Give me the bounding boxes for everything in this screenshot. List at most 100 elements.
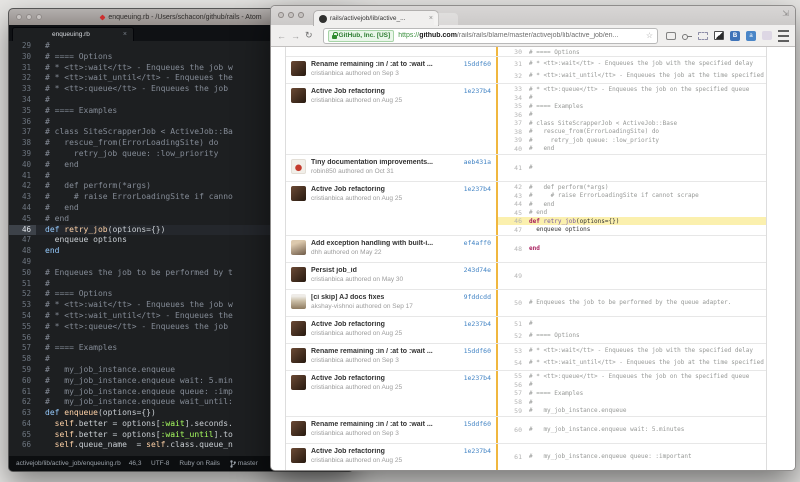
forward-icon[interactable]: → xyxy=(291,31,300,41)
code-token: # rescue_from(ErrorLoadingSite) do xyxy=(529,128,659,135)
git-branch-indicator[interactable]: master xyxy=(230,460,258,468)
url-domain: github.com xyxy=(419,32,457,39)
status-encoding[interactable]: UTF-8 xyxy=(151,460,169,467)
line-number-link[interactable]: 38 xyxy=(498,128,529,136)
key-icon[interactable] xyxy=(682,31,692,41)
new-tab-button[interactable] xyxy=(434,13,458,25)
status-file-path[interactable]: activejob/lib/active_job/enqueuing.rb xyxy=(16,460,121,467)
commit-sha-link[interactable]: 9fddcdd xyxy=(464,293,491,301)
line-number-link[interactable]: 54 xyxy=(498,359,529,367)
commit-sha-link[interactable]: 15ddf60 xyxy=(464,420,491,428)
tab-close-icon[interactable]: × xyxy=(123,31,127,38)
line-number-link[interactable]: 35 xyxy=(498,102,529,110)
line-number-link[interactable]: 44 xyxy=(498,200,529,208)
commit-message-link[interactable]: [ci skip] AJ docs fixes xyxy=(311,294,459,301)
code-token: # my_job_instance.enqueue queue: :imp xyxy=(45,387,233,396)
editor-code-text: # my_job_instance.enqueue wait: 5.min xyxy=(36,376,233,387)
tab-enqueuing-rb[interactable]: enqueuing.rb × xyxy=(12,27,134,41)
status-cursor-position[interactable]: 46,3 xyxy=(129,460,142,467)
line-number-link[interactable]: 40 xyxy=(498,145,529,153)
line-number-link[interactable]: 42 xyxy=(498,183,529,191)
status-grammar[interactable]: Ruby on Rails xyxy=(179,460,219,467)
line-number-link[interactable]: 32 xyxy=(498,72,529,80)
zoom-button[interactable] xyxy=(36,14,42,20)
line-number-link[interactable]: 45 xyxy=(498,209,529,217)
line-number-link[interactable]: 46 xyxy=(498,217,529,225)
zoom-button[interactable] xyxy=(298,12,304,18)
commit-message-link[interactable]: Active Job refactoring xyxy=(311,375,459,382)
line-number-link[interactable]: 49 xyxy=(498,272,529,280)
tab-close-icon[interactable]: × xyxy=(429,15,433,22)
close-button[interactable] xyxy=(16,14,22,20)
commit-sha-link[interactable]: 15ddf60 xyxy=(464,347,491,355)
line-number-link[interactable]: 50 xyxy=(498,299,529,307)
line-number-link[interactable]: 58 xyxy=(498,398,529,406)
commit-sha-link[interactable]: aeb431a xyxy=(464,158,491,166)
address-bar[interactable]: GitHub, Inc. [US] https://github.com/rai… xyxy=(323,28,658,44)
line-number-link[interactable]: 55 xyxy=(498,372,529,380)
frame-icon[interactable] xyxy=(698,32,708,40)
blame-row: Rename remaining :in / :at to :wait ... 1… xyxy=(286,344,766,371)
line-number-link[interactable]: 60 xyxy=(498,426,529,434)
line-number-link[interactable]: 48 xyxy=(498,245,529,253)
line-number-link[interactable]: 39 xyxy=(498,136,529,144)
menu-icon[interactable] xyxy=(778,30,789,42)
line-number-link[interactable]: 47 xyxy=(498,226,529,234)
editor-line-number: 33 xyxy=(9,84,36,95)
contrast-icon[interactable] xyxy=(714,31,724,40)
commit-sha-link[interactable]: 243d74e xyxy=(464,266,491,274)
bookmark-star-icon[interactable]: ☆ xyxy=(646,31,653,40)
line-number-link[interactable]: 34 xyxy=(498,94,529,102)
editor-code-text: # * <tt>:wait</tt> - Enqueues the job w xyxy=(36,63,233,74)
editor-line-number: 63 xyxy=(9,408,36,419)
commit-header: [ci skip] AJ docs fixes 9fddcdd xyxy=(311,293,491,301)
commit-sha-link[interactable]: 1e237b4 xyxy=(464,185,491,193)
commit-sha-link[interactable]: 15ddf60 xyxy=(464,60,491,68)
line-number-link[interactable]: 59 xyxy=(498,407,529,415)
url-text[interactable]: https://github.com/rails/rails/blame/mas… xyxy=(398,32,643,39)
blame-lines-cell: 31# * <tt>:wait</tt> - Enqueues the job … xyxy=(496,57,766,83)
line-number-link[interactable]: 53 xyxy=(498,347,529,355)
translate-icon[interactable]: a xyxy=(746,31,756,41)
window-icon[interactable] xyxy=(666,32,676,40)
commit-sha-link[interactable]: ef4aff0 xyxy=(464,239,491,247)
commit-message-link[interactable]: Rename remaining :in / :at to :wait ... xyxy=(311,61,459,68)
bitly-icon[interactable]: B xyxy=(730,31,740,41)
line-number-link[interactable]: 57 xyxy=(498,389,529,397)
line-number-link[interactable]: 52 xyxy=(498,332,529,340)
close-button[interactable] xyxy=(278,12,284,18)
ghost-icon[interactable] xyxy=(762,31,772,40)
commit-message-link[interactable]: Rename remaining :in / :at to :wait ... xyxy=(311,421,459,428)
line-number-link[interactable]: 36 xyxy=(498,111,529,119)
line-number-link[interactable]: 51 xyxy=(498,320,529,328)
commit-message-link[interactable]: Persist job_id xyxy=(311,267,459,274)
minimize-button[interactable] xyxy=(26,14,32,20)
minimize-button[interactable] xyxy=(288,12,294,18)
commit-message-link[interactable]: Active Job refactoring xyxy=(311,448,459,455)
commit-sha-link[interactable]: 1e237b4 xyxy=(464,320,491,328)
browser-tabstrip[interactable]: rails/activejob/lib/active_... × ⇲ xyxy=(271,6,795,25)
line-number-link[interactable]: 30 xyxy=(498,48,529,56)
commit-sha-link[interactable]: 1e237b4 xyxy=(464,87,491,95)
line-number-link[interactable]: 41 xyxy=(498,164,529,172)
commit-header: Rename remaining :in / :at to :wait ... 1… xyxy=(311,60,491,68)
line-number-link[interactable]: 33 xyxy=(498,85,529,93)
line-number-link[interactable]: 61 xyxy=(498,453,529,461)
line-number-link[interactable]: 56 xyxy=(498,381,529,389)
commit-message-link[interactable]: Active Job refactoring xyxy=(311,186,459,193)
commit-message-link[interactable]: Rename remaining :in / :at to :wait ... xyxy=(311,348,459,355)
browser-tab-github[interactable]: rails/activejob/lib/active_... × xyxy=(313,10,439,26)
line-number-link[interactable]: 31 xyxy=(498,60,529,68)
reload-icon[interactable]: ↻ xyxy=(305,30,313,41)
commit-message-link[interactable]: Add exception handling with built-i... xyxy=(311,240,459,247)
commit-sha-link[interactable]: 1e237b4 xyxy=(464,374,491,382)
editor-code-text: # my_job_instance.enqueue xyxy=(36,365,175,376)
ev-certificate-badge[interactable]: GitHub, Inc. [US] xyxy=(328,30,395,42)
commit-message-link[interactable]: Active Job refactoring xyxy=(311,321,459,328)
line-number-link[interactable]: 37 xyxy=(498,119,529,127)
commit-message-link[interactable]: Active Job refactoring xyxy=(311,88,459,95)
commit-sha-link[interactable]: 1e237b4 xyxy=(464,447,491,455)
commit-message-link[interactable]: Tiny documentation improvements... xyxy=(311,159,459,166)
back-icon[interactable]: ← xyxy=(277,31,286,41)
line-number-link[interactable]: 43 xyxy=(498,192,529,200)
